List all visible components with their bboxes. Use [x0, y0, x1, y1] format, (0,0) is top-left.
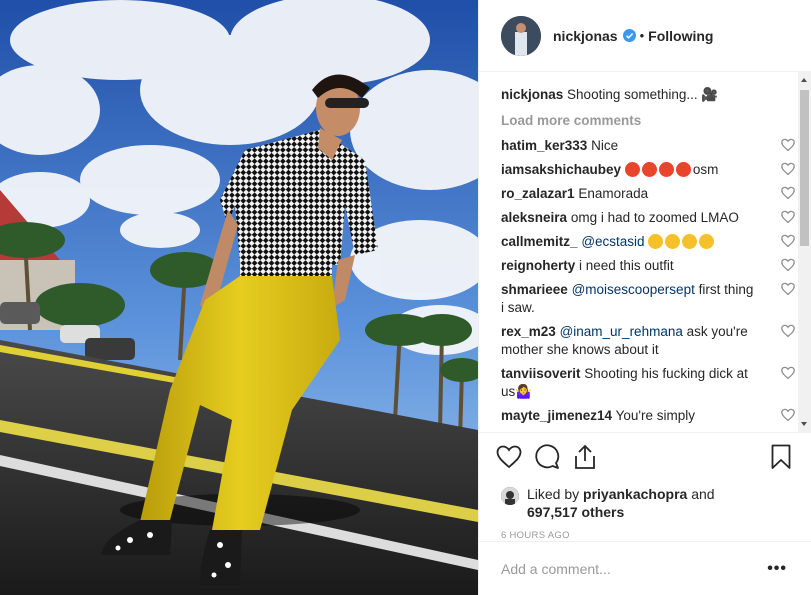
author-username[interactable]: nickjonas [553, 28, 618, 44]
post-side-panel: nickjonas • Following nickjonas Shooting… [478, 0, 811, 595]
more-options-button[interactable]: ••• [767, 560, 787, 578]
comment-username[interactable]: shmarieee [501, 282, 568, 297]
comment-text: osm [692, 162, 719, 178]
post-timestamp[interactable]: 6 HOURS AGO [479, 521, 811, 541]
comments-scrollbar[interactable] [798, 72, 811, 432]
comment-text: Enamorada [578, 186, 649, 202]
comment-like-heart-icon[interactable] [781, 210, 795, 224]
comment-item: rex_m23 @inam_ur_rehmana ask you're moth… [501, 323, 795, 359]
comment-input[interactable] [501, 560, 768, 577]
comment-username[interactable]: reignoherty [501, 258, 575, 273]
comment-mention[interactable]: @ecstasid [581, 234, 644, 249]
comment-username[interactable]: tanviisoverit [501, 366, 581, 381]
save-button[interactable] [771, 444, 791, 473]
comment-text: i need this outfit [579, 258, 674, 274]
comment-username[interactable]: rex_m23 [501, 324, 556, 339]
comment-like-heart-icon[interactable] [781, 282, 795, 296]
comment-username[interactable]: mayte_jimenez14 [501, 408, 612, 423]
comment-username[interactable]: iamsakshichaubey [501, 162, 621, 177]
separator-dot: • [639, 28, 645, 44]
comment-like-heart-icon[interactable] [781, 234, 795, 248]
comment-icon [535, 444, 560, 469]
comment-item: shmarieee @moisescoopersept first thing … [501, 281, 795, 317]
comment-like-heart-icon[interactable] [781, 162, 795, 176]
comment-mention[interactable]: @inam_ur_rehmana [560, 324, 683, 339]
comment-text: You're simply [615, 408, 695, 424]
comment-like-heart-icon[interactable] [781, 258, 795, 272]
following-button[interactable]: Following [648, 28, 713, 44]
likes-summary: Liked by priyankachopra and 697,517 othe… [479, 481, 811, 521]
likes-prefix: Liked by [527, 486, 580, 503]
comment-item: hatim_ker333 Nice [501, 137, 795, 155]
liker-username[interactable]: priyankachopra [583, 486, 687, 502]
post-header: nickjonas • Following [479, 0, 811, 73]
emoji-icon [665, 234, 681, 250]
likes-and: and [691, 486, 715, 503]
scroll-thumb[interactable] [800, 90, 809, 247]
comment-item: mayte_jimenez14 You're simply [501, 407, 795, 425]
comment-item: aleksneira omg i had to zoomed LMAO [501, 209, 795, 227]
comment-item: iamsakshichaubey osm [501, 161, 795, 179]
heart-icon [496, 445, 522, 469]
share-button[interactable] [571, 443, 599, 471]
comment-like-heart-icon[interactable] [781, 324, 795, 338]
action-bar [479, 431, 811, 482]
comment-button[interactable] [533, 443, 561, 471]
author-avatar[interactable] [501, 15, 541, 56]
emoji-icon [658, 162, 674, 178]
like-button[interactable] [495, 443, 523, 471]
caption-text: Shooting something... 🎥 [567, 87, 719, 103]
post-caption: nickjonas Shooting something... 🎥 [501, 86, 783, 104]
comment-username[interactable]: callmemitz_ [501, 234, 578, 249]
instagram-post-modal: nickjonas • Following nickjonas Shooting… [0, 0, 811, 595]
scroll-up-arrow[interactable] [801, 78, 807, 83]
scroll-down-arrow[interactable] [801, 421, 807, 426]
comment-username[interactable]: aleksneira [501, 210, 567, 225]
comment-item: ro_zalazar1 Enamorada [501, 185, 795, 203]
comments-list[interactable]: nickjonas Shooting something... 🎥 Load m… [479, 72, 811, 432]
likes-text: Liked by priyankachopra and 697,517 othe… [527, 485, 715, 521]
photo-illustration [0, 0, 478, 595]
load-more-comments-button[interactable]: Load more comments [501, 112, 783, 130]
emoji-icon [675, 162, 691, 178]
comment-like-heart-icon[interactable] [781, 408, 795, 422]
comment-item: reignoherty i need this outfit [501, 257, 795, 275]
comment-like-heart-icon[interactable] [781, 366, 795, 380]
likes-count[interactable]: 697,517 others [527, 504, 624, 520]
comment-item: callmemitz_ @ecstasid [501, 233, 795, 251]
comment-like-heart-icon[interactable] [781, 186, 795, 200]
comment-like-heart-icon[interactable] [781, 138, 795, 152]
emoji-icon [641, 162, 657, 178]
emoji-icon [682, 234, 698, 250]
comment-text: Nice [591, 138, 619, 154]
emoji-icon [648, 234, 664, 250]
caption-username[interactable]: nickjonas [501, 87, 563, 102]
comment-username[interactable]: hatim_ker333 [501, 138, 587, 153]
comment-composer: ••• [479, 541, 811, 595]
share-icon [575, 444, 595, 469]
emoji-icon [624, 162, 640, 178]
comment-text: omg i had to zoomed LMAO [570, 210, 739, 226]
bookmark-icon [771, 444, 791, 469]
comment-item: tanviisoverit Shooting his fucking dick … [501, 365, 795, 401]
comment-username[interactable]: ro_zalazar1 [501, 186, 575, 201]
post-photo[interactable] [0, 0, 478, 595]
comment-mention[interactable]: @moisescoopersept [572, 282, 695, 297]
emoji-icon [699, 234, 715, 250]
liker-avatar[interactable] [501, 487, 519, 506]
verified-icon [622, 29, 636, 43]
